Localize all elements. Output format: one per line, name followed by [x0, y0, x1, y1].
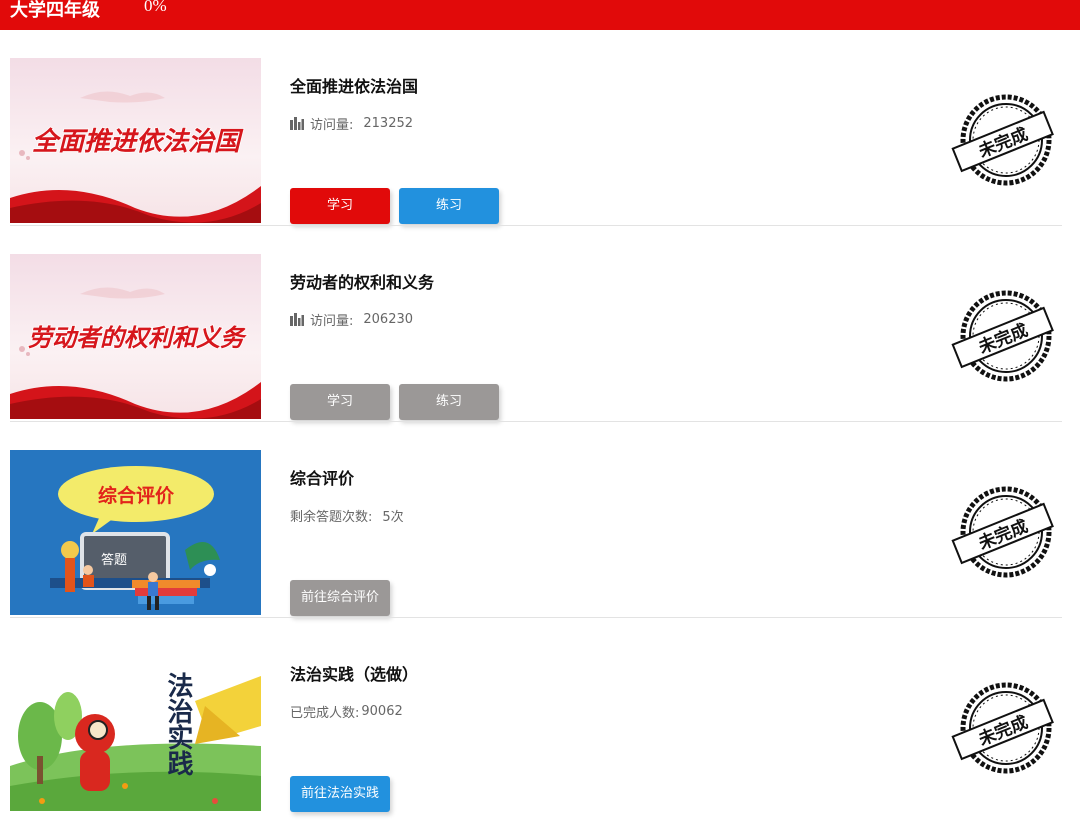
- course-title[interactable]: 劳动者的权利和义务: [290, 269, 434, 293]
- incomplete-stamp: 未完成: [948, 680, 1054, 776]
- course-title[interactable]: 综合评价: [290, 465, 354, 489]
- study-button[interactable]: 学习: [290, 384, 390, 420]
- course-title[interactable]: 法治实践（选做）: [290, 661, 418, 685]
- meta-value: 213252: [363, 116, 414, 131]
- course-thumbnail[interactable]: 劳动者的权利和义务: [10, 254, 261, 419]
- incomplete-stamp: 未完成: [948, 92, 1054, 188]
- incomplete-stamp: 未完成: [948, 484, 1054, 580]
- banner-image: 法治实践: [10, 646, 261, 811]
- study-button[interactable]: 学习: [290, 188, 390, 224]
- course-row: 劳动者的权利和义务 劳动者的权利和义务 访问量: 206230 学习 练习 未完…: [10, 226, 1062, 422]
- banner-title: 法治实践: [163, 672, 193, 776]
- meta-label: 剩余答题次数:: [290, 510, 373, 525]
- visit-count: 访问量: 206230: [290, 310, 413, 329]
- meta-value: 90062: [361, 704, 403, 719]
- board-text: 答题: [101, 552, 127, 568]
- meta-label: 访问量:: [310, 118, 354, 133]
- completed-count: 已完成人数: 90062: [290, 702, 403, 721]
- bar-chart-icon: [290, 313, 304, 326]
- meta-value: 5次: [382, 510, 404, 525]
- course-row: 综合评价 答题 综合评价 剩余答题次数: 5次 前往综合评价 未完成: [10, 422, 1062, 618]
- banner-title: 劳动者的权利和义务: [28, 324, 247, 352]
- course-row: 全面推进依法治国 全面推进依法治国 访问量: 213252 学习 练习 未完成: [10, 30, 1062, 226]
- meta-value: 206230: [363, 312, 414, 327]
- banner-title: 全面推进依法治国: [32, 127, 244, 157]
- meta-label: 访问量:: [310, 314, 354, 329]
- top-bar: 大学四年级 0%: [0, 0, 1080, 30]
- incomplete-stamp: 未完成: [948, 288, 1054, 384]
- meta-label: 已完成人数:: [290, 706, 360, 721]
- course-thumbnail[interactable]: 综合评价 答题: [10, 450, 261, 615]
- course-thumbnail[interactable]: 全面推进依法治国: [10, 58, 261, 223]
- visit-count: 访问量: 213252: [290, 114, 413, 133]
- banner-title: 综合评价: [98, 484, 175, 507]
- banner-image: 劳动者的权利和义务: [10, 254, 261, 419]
- grade-label: 大学四年级: [10, 0, 100, 21]
- remaining-attempts: 剩余答题次数: 5次: [290, 506, 404, 525]
- banner-image: 全面推进依法治国: [10, 58, 261, 223]
- practice-button[interactable]: 练习: [399, 188, 499, 224]
- go-evaluation-button[interactable]: 前往综合评价: [290, 580, 390, 616]
- practice-button[interactable]: 练习: [399, 384, 499, 420]
- progress-percent: 0%: [144, 0, 167, 15]
- bar-chart-icon: [290, 117, 304, 130]
- course-title[interactable]: 全面推进依法治国: [290, 73, 418, 97]
- go-practice-button[interactable]: 前往法治实践: [290, 776, 390, 812]
- course-row: 法治实践 法治实践（选做） 已完成人数: 90062 前往法治实践 未完成: [10, 618, 1062, 814]
- course-thumbnail[interactable]: 法治实践: [10, 646, 261, 811]
- banner-image: 综合评价 答题: [10, 450, 261, 615]
